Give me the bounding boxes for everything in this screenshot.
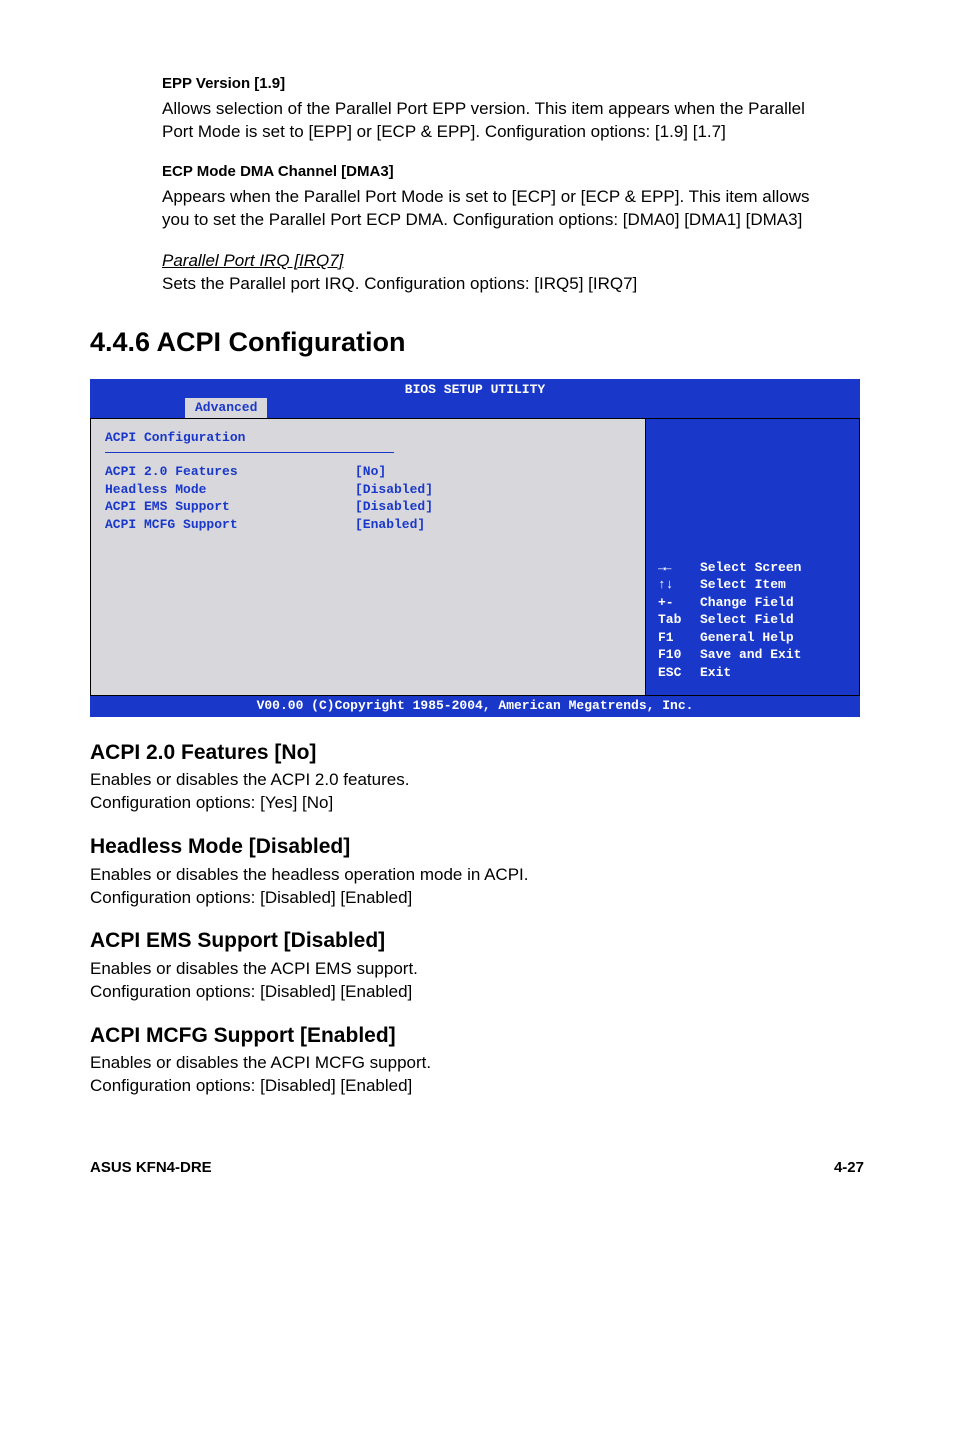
page-footer-left: ASUS KFN4-DRE [90,1158,212,1178]
bios-help-text: Select Field [700,611,794,629]
bios-row-value: [Disabled] [355,498,433,516]
bios-tab-advanced: Advanced [185,398,267,418]
bios-help-key: +- [658,594,700,612]
bios-row-value: [No] [355,463,386,481]
acpi20-line1: Enables or disables the ACPI 2.0 feature… [90,769,864,792]
acpi20-line2: Configuration options: [Yes] [No] [90,792,864,815]
bios-help-text: Exit [700,664,731,682]
bios-help-key: F1 [658,629,700,647]
bios-help-text: Save and Exit [700,646,801,664]
headless-heading: Headless Mode [Disabled] [90,833,864,861]
headless-line1: Enables or disables the headless operati… [90,864,864,887]
bios-help-key: F10 [658,646,700,664]
parallel-port-irq-heading: Parallel Port IRQ [IRQ7] [162,251,343,270]
headless-line2: Configuration options: [Disabled] [Enabl… [90,887,864,910]
epp-version-heading: EPP Version [1.9] [162,74,834,94]
bios-help-text: Select Screen [700,559,801,577]
bios-row-label: ACPI EMS Support [105,498,355,516]
mcfg-heading: ACPI MCFG Support [Enabled] [90,1022,864,1050]
bios-row-label: ACPI MCFG Support [105,516,355,534]
bios-panel-title: ACPI Configuration [105,429,631,447]
bios-row-label: ACPI 2.0 Features [105,463,355,481]
bios-help-panel: →←Select Screen ↑↓Select Item +-Change F… [645,418,860,697]
ems-line1: Enables or disables the ACPI EMS support… [90,958,864,981]
page-footer-right: 4-27 [834,1158,864,1178]
ems-heading: ACPI EMS Support [Disabled] [90,927,864,955]
bios-help-key: →← [658,559,700,577]
bios-left-panel: ACPI Configuration ACPI 2.0 Features [No… [90,418,645,697]
bios-row-value: [Disabled] [355,481,433,499]
bios-screenshot: BIOS SETUP UTILITY Advanced ACPI Configu… [90,379,860,717]
ecp-dma-heading: ECP Mode DMA Channel [DMA3] [162,162,834,182]
bios-help-key: ESC [658,664,700,682]
section-title: 4.4.6 ACPI Configuration [90,324,864,360]
bios-help-text: Change Field [700,594,794,612]
bios-row-value: [Enabled] [355,516,425,534]
bios-row-label: Headless Mode [105,481,355,499]
acpi20-heading: ACPI 2.0 Features [No] [90,739,864,767]
bios-row: ACPI EMS Support [Disabled] [105,498,631,516]
bios-row: ACPI 2.0 Features [No] [105,463,631,481]
bios-title: BIOS SETUP UTILITY [90,381,860,399]
bios-help-text: General Help [700,629,794,647]
ems-line2: Configuration options: [Disabled] [Enabl… [90,981,864,1004]
epp-version-body: Allows selection of the Parallel Port EP… [162,98,834,144]
bios-help-key: ↑↓ [658,576,700,594]
mcfg-line1: Enables or disables the ACPI MCFG suppor… [90,1052,864,1075]
bios-help-text: Select Item [700,576,786,594]
ecp-dma-body: Appears when the Parallel Port Mode is s… [162,186,834,232]
bios-help-key: Tab [658,611,700,629]
bios-footer: V00.00 (C)Copyright 1985-2004, American … [90,696,860,717]
mcfg-line2: Configuration options: [Disabled] [Enabl… [90,1075,864,1098]
parallel-port-irq-body: Sets the Parallel port IRQ. Configuratio… [162,273,834,296]
bios-row: Headless Mode [Disabled] [105,481,631,499]
bios-row: ACPI MCFG Support [Enabled] [105,516,631,534]
